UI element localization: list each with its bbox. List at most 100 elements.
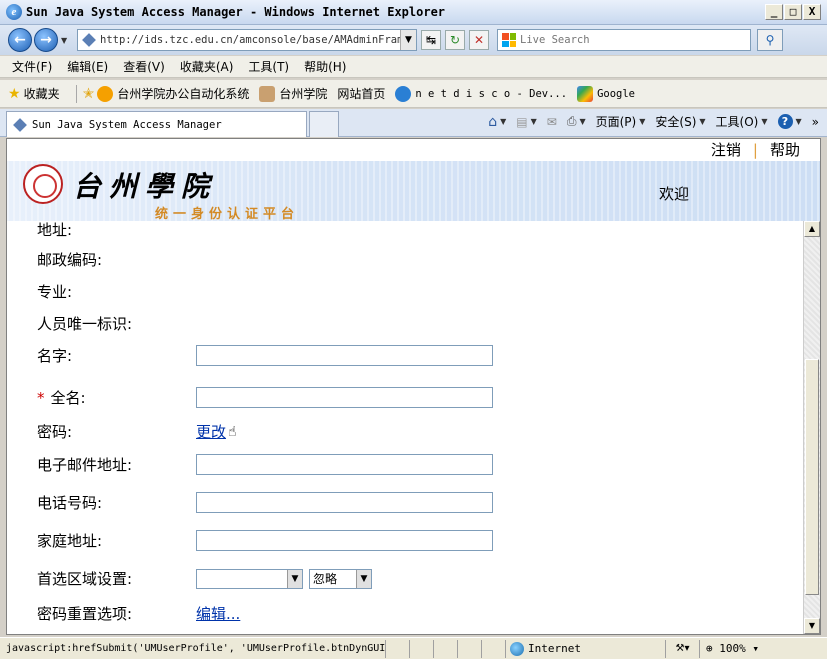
maximize-button[interactable]: □ <box>784 4 802 20</box>
chevron-down-icon: ▼ <box>699 117 706 126</box>
menu-view[interactable]: 查看(V) <box>123 58 165 75</box>
feeds-button[interactable]: ▤ ▼ <box>516 115 537 129</box>
new-tab-button[interactable] <box>309 111 339 137</box>
back-button[interactable]: ← <box>8 28 32 52</box>
favorite-item-oa[interactable]: 台州学院办公自动化系统 <box>97 85 249 102</box>
menu-edit[interactable]: 编辑(E) <box>67 58 108 75</box>
scroll-down-icon[interactable]: ▼ <box>804 618 820 634</box>
home-address-row: 家庭地址: <box>37 530 493 551</box>
address-row: 地址: <box>37 221 196 240</box>
help-icon: ? <box>777 114 793 129</box>
zone-label: Internet <box>528 642 581 655</box>
favorite-item-google[interactable]: Google <box>577 85 635 102</box>
security-zone[interactable]: Internet <box>506 639 666 658</box>
window-title: Sun Java System Access Manager - Windows… <box>26 5 446 19</box>
mail-icon: ✉ <box>546 114 557 129</box>
page-menu[interactable]: 页面(P) ▼ <box>596 113 646 130</box>
chevron-down-icon: ▼ <box>795 117 802 126</box>
home-button[interactable]: ⌂ ▼ <box>488 114 506 130</box>
full-name-field[interactable] <box>196 387 493 408</box>
email-field[interactable] <box>196 454 493 475</box>
ie-page-icon <box>395 85 412 102</box>
status-pane <box>434 639 458 658</box>
first-name-field[interactable] <box>196 345 493 366</box>
email-row: 电子邮件地址: <box>37 454 493 475</box>
menu-help[interactable]: 帮助(H) <box>304 58 346 75</box>
chevron-double-right-icon[interactable]: » <box>812 115 819 129</box>
safety-menu[interactable]: 安全(S) ▼ <box>655 113 705 130</box>
college-seal-logo <box>23 164 63 204</box>
favorite-item-homepage[interactable]: 网站首页 <box>337 85 385 102</box>
mail-button[interactable]: ✉ <box>547 115 557 129</box>
change-password-link[interactable]: 更改 <box>196 421 226 442</box>
zoom-control[interactable]: ⊕ 100% ▾ <box>700 640 759 658</box>
refresh-button[interactable]: ↻ <box>445 30 465 50</box>
address-dropdown-icon[interactable]: ▼ <box>400 30 416 50</box>
password-reset-row: 密码重置选项: 编辑... <box>37 603 240 624</box>
tools-menu-label: 工具(O) <box>715 115 759 129</box>
close-button[interactable]: X <box>803 4 821 20</box>
status-pane <box>386 639 410 658</box>
search-button[interactable]: ⚲ <box>757 29 783 51</box>
favorite-label: n e t d i s c o - Dev... <box>415 87 568 100</box>
platform-subtitle: 统一身份认证平台 <box>155 207 300 221</box>
tools-menu[interactable]: 工具(O) ▼ <box>716 113 768 130</box>
scroll-thumb[interactable] <box>805 359 819 595</box>
minimize-button[interactable]: _ <box>765 4 783 20</box>
favorites-label: 收藏夹 <box>23 87 60 101</box>
add-favorite-icon[interactable]: ✭ <box>83 86 95 102</box>
print-button[interactable]: ⎙ ▼ <box>567 114 586 129</box>
command-bar: ⌂ ▼ ▤ ▼ ✉ ⎙ ▼ 页面(P) ▼ 安全(S) ▼ 工具(O) ▼ ? ▼ » <box>478 113 819 130</box>
home-address-field[interactable] <box>196 530 493 551</box>
divider <box>75 84 77 103</box>
favorites-button[interactable]: ★ 收藏夹 <box>0 85 60 102</box>
site-icon <box>13 117 27 132</box>
address-url[interactable]: http://ids.tzc.edu.cn/amconsole/base/AMA… <box>100 34 400 46</box>
chevron-down-icon: ▾ <box>752 641 759 655</box>
logout-link[interactable]: 注销 <box>711 139 741 160</box>
phone-row: 电话号码: <box>37 492 493 513</box>
unique-id-row: 人员唯一标识: <box>37 313 196 334</box>
chevron-down-icon: ▼ <box>579 117 586 126</box>
menu-tools[interactable]: 工具(T) <box>248 58 289 75</box>
link-separator: | <box>752 140 758 159</box>
globe-icon <box>510 641 524 656</box>
status-bar: javascript:hrefSubmit('UMUserProfile', '… <box>0 637 827 659</box>
protected-mode-icon[interactable]: ⚒▾ <box>666 639 700 658</box>
forward-button[interactable]: → <box>34 28 58 52</box>
favorites-bar: ★ 收藏夹 ✭ 台州学院办公自动化系统 台州学院 网站首页 n e t d i … <box>0 80 827 108</box>
header-banner: 台州學院 统一身份认证平台 欢迎 <box>7 161 820 221</box>
status-pane <box>410 639 434 658</box>
phone-field[interactable] <box>196 492 493 513</box>
history-dropdown-icon[interactable]: ▼ <box>61 36 71 45</box>
chevron-down-icon: ▼ <box>639 117 646 126</box>
stop-button[interactable]: ✕ <box>469 30 489 50</box>
tab-access-manager[interactable]: Sun Java System Access Manager <box>6 111 307 137</box>
favorite-item-college[interactable]: 台州学院 <box>259 85 327 102</box>
google-icon <box>577 85 594 102</box>
menu-file[interactable]: 文件(F) <box>12 58 52 75</box>
help-button[interactable]: ? ▼ <box>777 114 802 129</box>
help-link[interactable]: 帮助 <box>770 139 800 160</box>
locale-select[interactable]: ▼ <box>196 568 303 589</box>
required-marker: * <box>37 389 45 407</box>
page-menu-label: 页面(P) <box>595 115 637 129</box>
chevron-down-icon: ▼ <box>530 117 537 126</box>
safety-menu-label: 安全(S) <box>655 115 697 129</box>
search-input[interactable] <box>520 34 750 46</box>
rss-icon: ▤ <box>516 114 528 129</box>
first-name-label: 名字: <box>37 347 73 365</box>
address-bar[interactable]: http://ids.tzc.edu.cn/amconsole/base/AMA… <box>77 29 417 51</box>
search-box[interactable] <box>497 29 751 51</box>
print-icon: ⎙ <box>566 114 577 128</box>
locale-option-select[interactable]: 忽略 ▼ <box>309 568 372 589</box>
menu-bar: 文件(F) 编辑(E) 查看(V) 收藏夹(A) 工具(T) 帮助(H) <box>0 56 827 78</box>
chevron-down-icon: ▼ <box>356 569 371 588</box>
vertical-scrollbar[interactable]: ▲ ▼ <box>803 221 820 634</box>
scroll-up-icon[interactable]: ▲ <box>804 221 820 237</box>
compatibility-icon[interactable]: ↹ <box>421 30 441 50</box>
menu-favorites[interactable]: 收藏夹(A) <box>180 58 234 75</box>
edit-reset-options-link[interactable]: 编辑... <box>196 603 240 624</box>
favorite-item-netdisco[interactable]: n e t d i s c o - Dev... <box>395 85 568 102</box>
full-name-label-group: * 全名: <box>37 387 196 408</box>
